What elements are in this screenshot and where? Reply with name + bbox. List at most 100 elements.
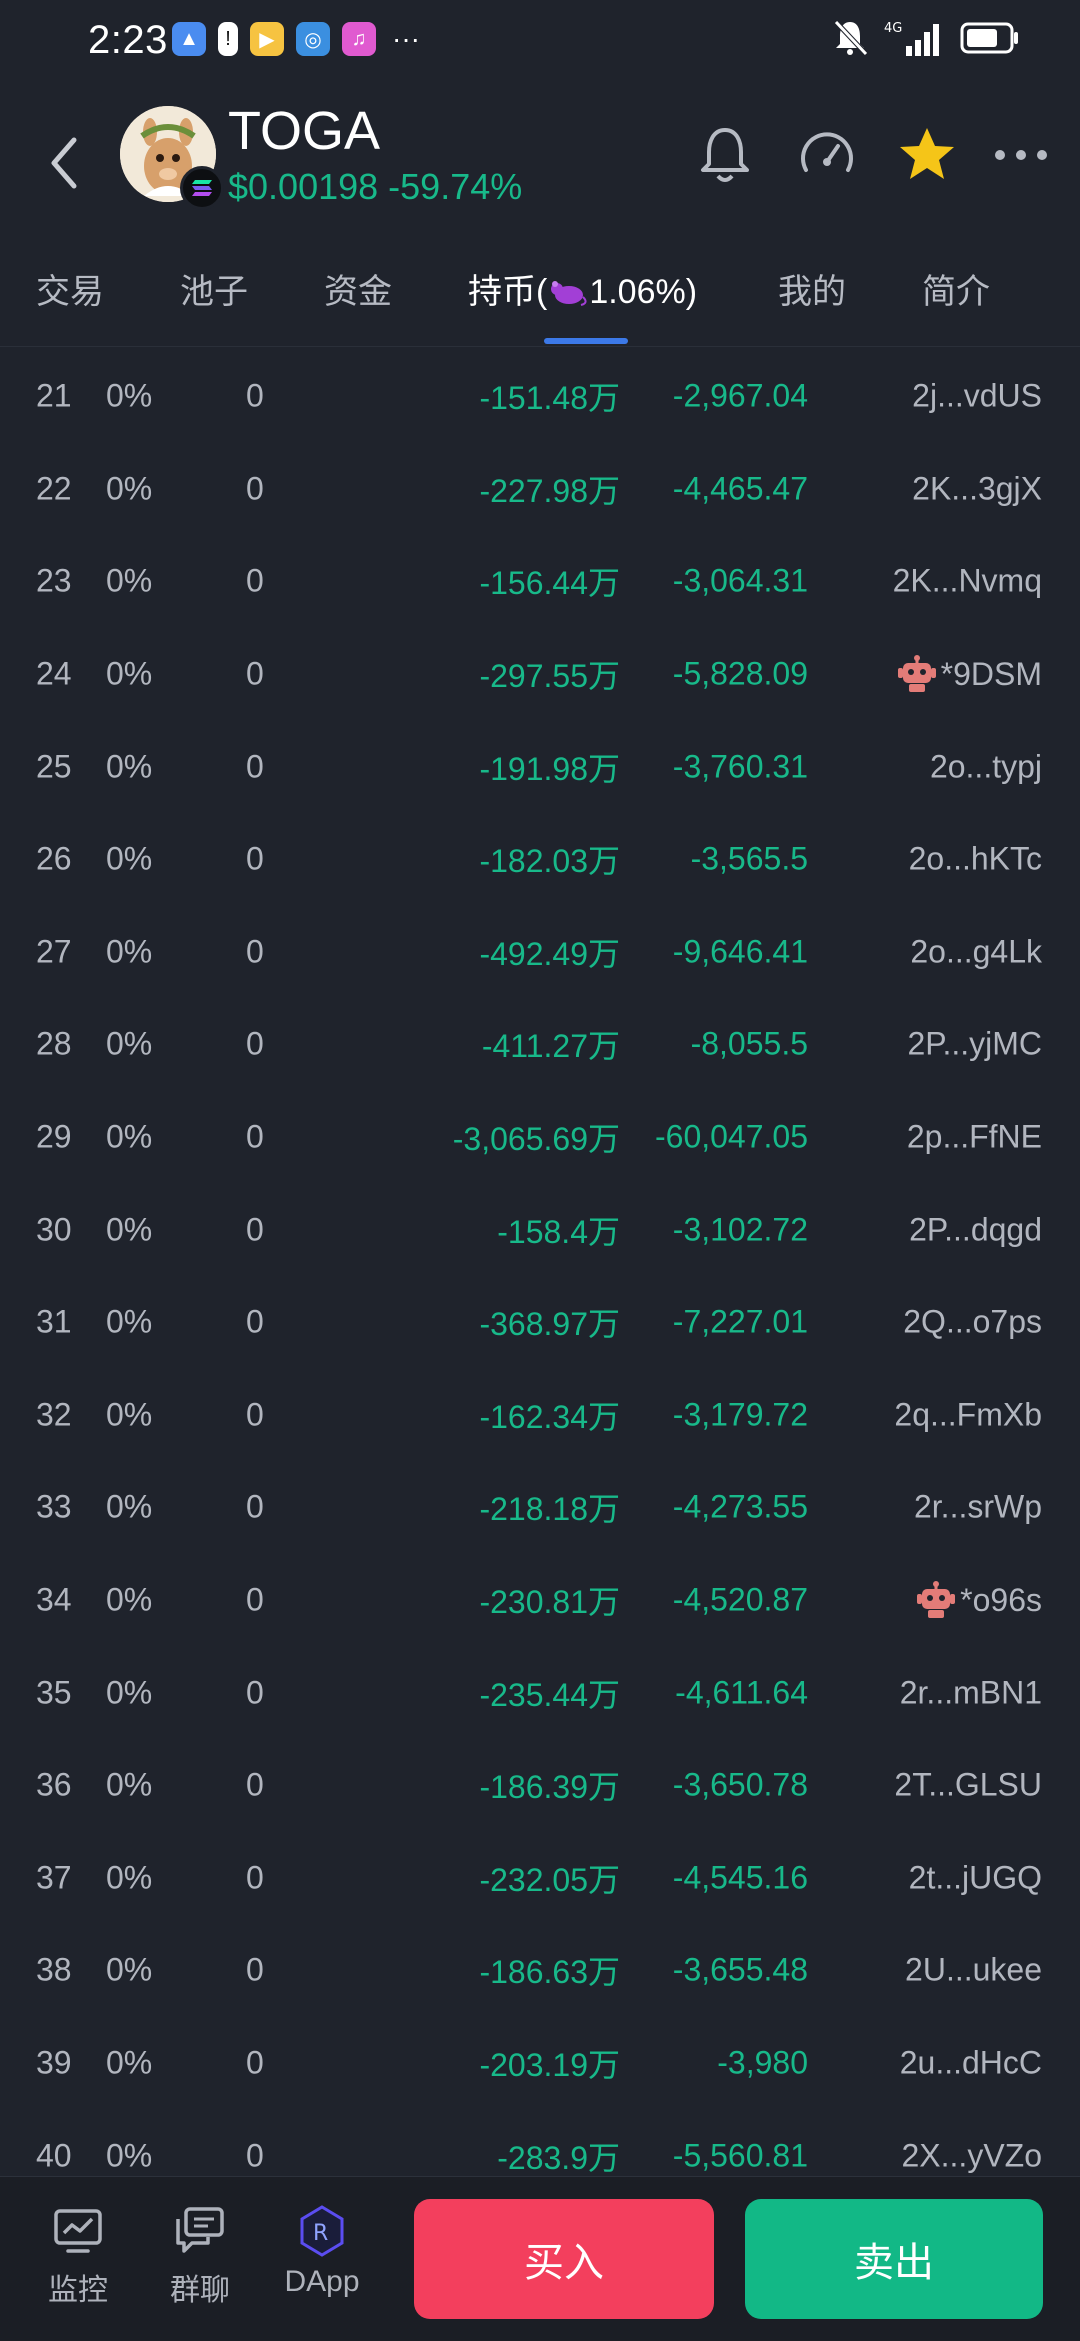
- holder-address-text: 2X...yVZo: [901, 2137, 1043, 2174]
- holder-address[interactable]: *9DSM: [897, 655, 1042, 693]
- more-options-icon[interactable]: [986, 120, 1056, 190]
- tab-holders[interactable]: 持币(1.06%): [468, 264, 697, 313]
- holder-balance: 0: [246, 1488, 264, 1525]
- holder-balance: 0: [246, 1859, 264, 1896]
- holder-address[interactable]: 2p...FfNE: [907, 1119, 1042, 1156]
- favorite-star-icon[interactable]: [892, 120, 962, 190]
- holder-address[interactable]: 2o...g4Lk: [910, 933, 1042, 970]
- holder-address[interactable]: 2t...jUGQ: [909, 1859, 1042, 1896]
- table-row[interactable]: 28 0% 0 -411.27万 -8,055.5 2P...yjMC: [0, 998, 1080, 1091]
- holder-address[interactable]: *o96s: [916, 1581, 1042, 1619]
- table-row[interactable]: 39 0% 0 -203.19万 -3,980 2u...dHcC: [0, 2017, 1080, 2110]
- sell-button[interactable]: 卖出: [745, 2199, 1043, 2319]
- table-row[interactable]: 36 0% 0 -186.39万 -3,650.78 2T...GLSU: [0, 1739, 1080, 1832]
- holder-address[interactable]: 2o...hKTc: [909, 841, 1042, 878]
- buy-button[interactable]: 买入: [414, 2199, 714, 2319]
- holder-address[interactable]: 2q...FmXb: [894, 1396, 1042, 1433]
- holder-address-text: 2K...Nvmq: [892, 562, 1042, 599]
- nav-monitor[interactable]: 监控: [28, 2203, 128, 2309]
- holder-address[interactable]: 2Q...o7ps: [903, 1304, 1042, 1341]
- holder-address-text: 2p...FfNE: [906, 1118, 1042, 1155]
- table-row[interactable]: 37 0% 0 -232.05万 -4,545.16 2t...jUGQ: [0, 1832, 1080, 1925]
- holder-rank: 37: [36, 1859, 72, 1896]
- holder-address-text: *o96s: [960, 1581, 1042, 1618]
- table-row[interactable]: 27 0% 0 -492.49万 -9,646.41 2o...g4Lk: [0, 906, 1080, 999]
- holder-address[interactable]: 2r...srWp: [914, 1489, 1042, 1526]
- holder-address[interactable]: 2X...yVZo: [902, 2137, 1043, 2174]
- table-row[interactable]: 25 0% 0 -191.98万 -3,760.31 2o...typj: [0, 720, 1080, 813]
- table-row[interactable]: 24 0% 0 -297.55万 -5,828.09 *9DSM: [0, 628, 1080, 721]
- holder-token-change: -232.05万: [479, 1861, 620, 1898]
- holder-address[interactable]: 2K...3gjX: [912, 470, 1042, 507]
- holder-percent: 0%: [106, 377, 153, 414]
- holder-address[interactable]: 2K...Nvmq: [893, 563, 1042, 600]
- tab-funds[interactable]: 资金: [324, 264, 392, 313]
- holder-rank: 25: [36, 748, 72, 785]
- holder-address[interactable]: 2j...vdUS: [912, 378, 1042, 415]
- holder-balance: 0: [246, 1303, 264, 1340]
- holder-address[interactable]: 2u...dHcC: [900, 2044, 1042, 2081]
- holder-address-text: *9DSM: [940, 655, 1042, 692]
- holder-balance: 0: [246, 1674, 264, 1711]
- mute-bell-icon: [834, 20, 868, 56]
- holder-usd-change: -4,611.64: [675, 1674, 808, 1711]
- tab-mine[interactable]: 我的: [778, 264, 846, 313]
- holder-address[interactable]: 2T...GLSU: [894, 1767, 1042, 1804]
- holder-balance: 0: [246, 2137, 264, 2174]
- table-row[interactable]: 26 0% 0 -182.03万 -3,565.5 2o...hKTc: [0, 813, 1080, 906]
- holder-percent: 0%: [106, 2044, 153, 2081]
- holder-token-change: -235.44万: [479, 1676, 620, 1713]
- table-row[interactable]: 23 0% 0 -156.44万 -3,064.31 2K...Nvmq: [0, 535, 1080, 628]
- nav-dapp[interactable]: R DApp: [272, 2203, 372, 2299]
- table-row[interactable]: 22 0% 0 -227.98万 -4,465.47 2K...3gjX: [0, 443, 1080, 536]
- bell-icon[interactable]: [690, 120, 760, 190]
- table-row[interactable]: 34 0% 0 -230.81万 -4,520.87 *o96s: [0, 1554, 1080, 1647]
- holder-address-text: 2r...mBN1: [899, 1674, 1042, 1711]
- table-row[interactable]: 30 0% 0 -158.4万 -3,102.72 2P...dqgd: [0, 1183, 1080, 1276]
- status-right: 4G: [832, 18, 1020, 58]
- holder-balance: 0: [246, 1211, 264, 1248]
- holder-percent: 0%: [106, 933, 153, 970]
- table-row[interactable]: 33 0% 0 -218.18万 -4,273.55 2r...srWp: [0, 1461, 1080, 1554]
- holder-usd-change: -3,102.72: [672, 1211, 808, 1248]
- tab-pool[interactable]: 池子: [180, 264, 248, 313]
- price-change: -59.74%: [388, 166, 523, 207]
- table-row[interactable]: 21 0% 0 -151.48万 -2,967.04 2j...vdUS: [0, 350, 1080, 443]
- holder-address[interactable]: 2P...dqgd: [909, 1211, 1042, 1248]
- holder-percent: 0%: [106, 1118, 153, 1155]
- holder-token-change: -158.4万: [497, 1213, 620, 1250]
- holder-usd-change: -4,545.16: [672, 1859, 808, 1896]
- tab-bar: 交易 池子 资金 持币(1.06%) 我的 简介: [0, 250, 1080, 347]
- tab-trade[interactable]: 交易: [36, 264, 104, 313]
- holder-balance: 0: [246, 748, 264, 785]
- speedometer-icon[interactable]: [792, 120, 862, 190]
- holder-address[interactable]: 2P...yjMC: [907, 1026, 1042, 1063]
- table-row[interactable]: 32 0% 0 -162.34万 -3,179.72 2q...FmXb: [0, 1369, 1080, 1462]
- holder-balance: 0: [246, 470, 264, 507]
- table-row[interactable]: 29 0% 0 -3,065.69万 -60,047.05 2p...FfNE: [0, 1091, 1080, 1184]
- holder-address[interactable]: 2o...typj: [930, 748, 1042, 785]
- token-price: $0.00198: [228, 166, 379, 207]
- holder-rank: 35: [36, 1674, 72, 1711]
- holder-balance: 0: [246, 562, 264, 599]
- holder-rank: 33: [36, 1488, 72, 1525]
- holder-percent: 0%: [106, 1951, 153, 1988]
- holder-usd-change: -3,064.31: [672, 562, 808, 599]
- holder-token-change: -230.81万: [479, 1584, 620, 1621]
- nav-group-chat[interactable]: 群聊: [150, 2203, 250, 2309]
- table-row[interactable]: 35 0% 0 -235.44万 -4,611.64 2r...mBN1: [0, 1646, 1080, 1739]
- table-row[interactable]: 38 0% 0 -186.63万 -3,655.48 2U...ukee: [0, 1924, 1080, 2017]
- holder-address[interactable]: 2r...mBN1: [900, 1674, 1042, 1711]
- holder-token-change: -227.98万: [479, 472, 620, 509]
- holder-address-text: 2o...hKTc: [908, 840, 1042, 877]
- table-row[interactable]: 31 0% 0 -368.97万 -7,227.01 2Q...o7ps: [0, 1276, 1080, 1369]
- holder-address[interactable]: 2U...ukee: [905, 1952, 1042, 1989]
- tab-intro[interactable]: 简介: [922, 264, 990, 313]
- holder-rank: 40: [36, 2137, 72, 2174]
- holder-address-text: 2T...GLSU: [894, 1766, 1042, 1803]
- holder-balance: 0: [246, 1118, 264, 1155]
- holder-usd-change: -3,650.78: [672, 1766, 808, 1803]
- back-icon[interactable]: [40, 128, 90, 198]
- holder-token-change: -182.03万: [479, 843, 620, 880]
- holder-percent: 0%: [106, 1674, 153, 1711]
